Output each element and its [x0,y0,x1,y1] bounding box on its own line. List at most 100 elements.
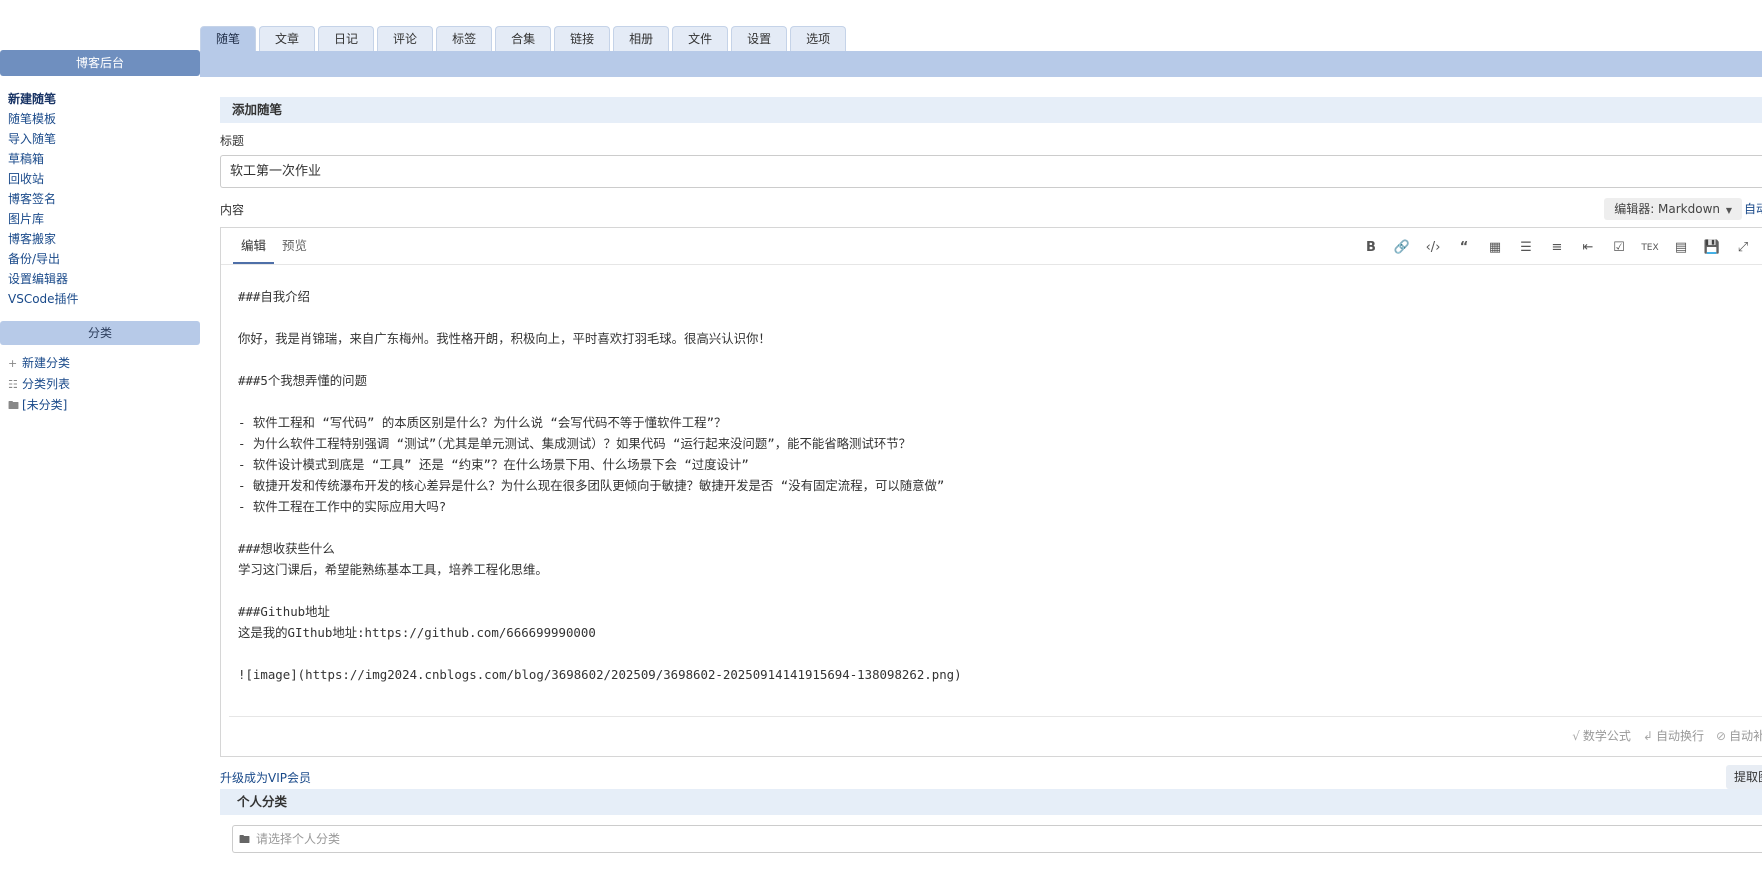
math-label: 数学公式 [1582,729,1631,743]
tab-tags[interactable]: 标签 [436,26,493,51]
sync-off-icon: ⊘ [1716,729,1727,743]
save-icon[interactable]: 💾 [1703,240,1721,256]
ordered-list-icon[interactable]: ≡ [1548,240,1566,256]
editor-line: 学习这门课后，希望能熟练基本工具，培养工程化思维。 [238,562,548,577]
editor-line: ###5个我想弄懂的问题 [238,373,367,388]
sync-toggle[interactable]: ⊘ 自动补 [1716,725,1762,747]
sidebar-link-templates[interactable]: 随笔模板 [8,112,56,126]
table-icon[interactable]: ▦ [1486,240,1504,256]
title-input[interactable]: 软工第一次作业 [220,155,1762,188]
editor-line: - 软件设计模式到底是 “工具” 还是 “约束”？在什么场景下用、什么场景下会 … [238,457,749,472]
tab-articles[interactable]: 文章 [259,26,316,51]
editor-select[interactable]: 编辑器: Markdown ▼ [1604,198,1742,220]
title-label: 标题 [220,134,245,148]
editor-line: - 敏捷开发和传统瀑布开发的核心差异是什么？为什么现在很多团队更倾向于敏捷？敏捷… [238,478,945,493]
tab-links[interactable]: 链接 [554,26,611,51]
autosave-toggle[interactable]: 自动 [1744,198,1762,220]
tab-options[interactable]: 选项 [790,26,847,51]
sidebar-link-trash[interactable]: 回收站 [8,172,44,186]
sidebar-item-new-post: 新建随笔 [8,89,200,109]
editor-select-label: 编辑器: Markdown [1614,202,1721,216]
vip-row: 升级成为VIP会员 提取图 [220,765,1762,789]
sidebar-link-backup[interactable]: 备份/导出 [8,252,60,266]
indent-icon[interactable]: ⇤ [1579,240,1597,256]
sidebar-item-signature: 博客签名 [8,189,200,209]
category-link-list[interactable]: 分类列表 [22,377,70,391]
sidebar-item-drafts: 草稿箱 [8,149,200,169]
unordered-list-icon[interactable]: ☰ [1517,240,1535,256]
content-label: 内容 [220,203,245,217]
sidebar-item-templates: 随笔模板 [8,109,200,129]
sidebar-link-images[interactable]: 图片库 [8,212,44,226]
tab-collections[interactable]: 合集 [495,26,552,51]
editor-line: 你好，我是肖锦瑞，来自广东梅州。我性格开朗，积极向上，平时喜欢打羽毛球。很高兴认… [238,331,771,346]
sidebar-menu: 新建随笔 随笔模板 导入随笔 草稿箱 回收站 博客签名 图片库 博客搬家 备份/… [0,76,200,321]
sqrt-icon: √ [1572,729,1580,743]
wrap-toggle[interactable]: ↲ 自动换行 [1643,725,1704,747]
tab-settings[interactable]: 设置 [731,26,788,51]
quote-icon[interactable]: “ [1455,240,1473,256]
sidebar: 博客后台 新建随笔 随笔模板 导入随笔 草稿箱 回收站 博客签名 图片库 博客搬… [0,50,200,416]
toc-icon[interactable]: ▤ [1672,240,1690,256]
editor-bottom-divider [229,716,1762,717]
editor-tabs: 编辑 预览 [233,228,315,264]
sidebar-item-migrate: 博客搬家 [8,229,200,249]
category-link-new[interactable]: 新建分类 [22,356,70,370]
markdown-editor: 编辑 预览 B 🔗 ‹/› “ ▦ ☰ ≡ ⇤ ☑ TEX ▤ 💾 ⤢ ###自… [220,227,1762,757]
bold-icon[interactable]: B [1362,240,1380,256]
link-icon[interactable]: 🔗 [1393,240,1411,256]
sidebar-link-import[interactable]: 导入随笔 [8,132,56,146]
editor-tab-edit[interactable]: 编辑 [233,228,275,264]
folder-icon: 🖿 [8,399,19,412]
content-row: 内容 编辑器: Markdown ▼ 自动 [220,198,1762,220]
editor-line: - 软件工程在工作中的实际应用大吗? [238,499,447,514]
tab-albums[interactable]: 相册 [613,26,670,51]
editor-textarea[interactable]: ###自我介绍 你好，我是肖锦瑞，来自广东梅州。我性格开朗，积极向上，平时喜欢打… [238,286,1762,685]
category-select[interactable]: 🖿 请选择个人分类 [232,825,1762,853]
tab-posts[interactable]: 随笔 [200,26,257,51]
category-section: 个人分类 🖿 请选择个人分类 [220,789,1762,853]
main-panel: 添加随笔 标题 软工第一次作业 内容 编辑器: Markdown ▼ 自动 编辑… [220,97,1762,853]
sidebar-link-new-post[interactable]: 新建随笔 [8,92,56,106]
sidebar-link-migrate[interactable]: 博客搬家 [8,232,56,246]
extract-button[interactable]: 提取图 [1726,765,1762,789]
sidebar-item-trash: 回收站 [8,169,200,189]
category-item-list: ☷ 分类列表 [8,374,200,395]
math-toggle[interactable]: √ 数学公式 [1572,725,1631,747]
fullscreen-icon[interactable]: ⤢ [1734,240,1752,256]
tex-icon[interactable]: TEX [1641,240,1659,256]
sync-label: 自动补 [1729,729,1762,743]
editor-line: ###Github地址 [238,604,330,619]
sidebar-link-signature[interactable]: 博客签名 [8,192,56,206]
tab-comments[interactable]: 评论 [377,26,434,51]
folder-icon: 🖿 [239,833,250,846]
category-item-new: + 新建分类 [8,353,200,374]
code-icon[interactable]: ‹/› [1424,240,1442,256]
sidebar-link-vscode[interactable]: VSCode插件 [8,292,79,306]
editor-line: 这是我的GIthub地址:https://github.com/66669999… [238,625,596,640]
section-title: 添加随笔 [220,97,1762,123]
sidebar-link-editor-settings[interactable]: 设置编辑器 [8,272,68,286]
editor-line: - 软件工程和 “写代码” 的本质区别是什么？为什么说 “会写代码不等于懂软件工… [238,415,727,430]
editor-tab-preview[interactable]: 预览 [274,228,315,264]
wrap-icon: ↲ [1642,729,1653,743]
checkbox-icon[interactable]: ☑ [1610,240,1628,256]
category-section-title: 个人分类 [220,789,1762,815]
tab-files[interactable]: 文件 [672,26,729,51]
vip-link[interactable]: 升级成为VIP会员 [220,769,311,786]
category-menu: + 新建分类 ☷ 分类列表 🖿 [未分类] [0,345,200,416]
editor-divider [221,264,1762,265]
sidebar-item-import: 导入随笔 [8,129,200,149]
sidebar-link-drafts[interactable]: 草稿箱 [8,152,44,166]
category-link-uncategorized[interactable]: [未分类] [22,398,67,412]
chevron-down-icon: ▼ [1725,206,1732,215]
editor-line: ###想收获些什么 [238,541,335,556]
sidebar-item-images: 图片库 [8,209,200,229]
tab-diary[interactable]: 日记 [318,26,375,51]
